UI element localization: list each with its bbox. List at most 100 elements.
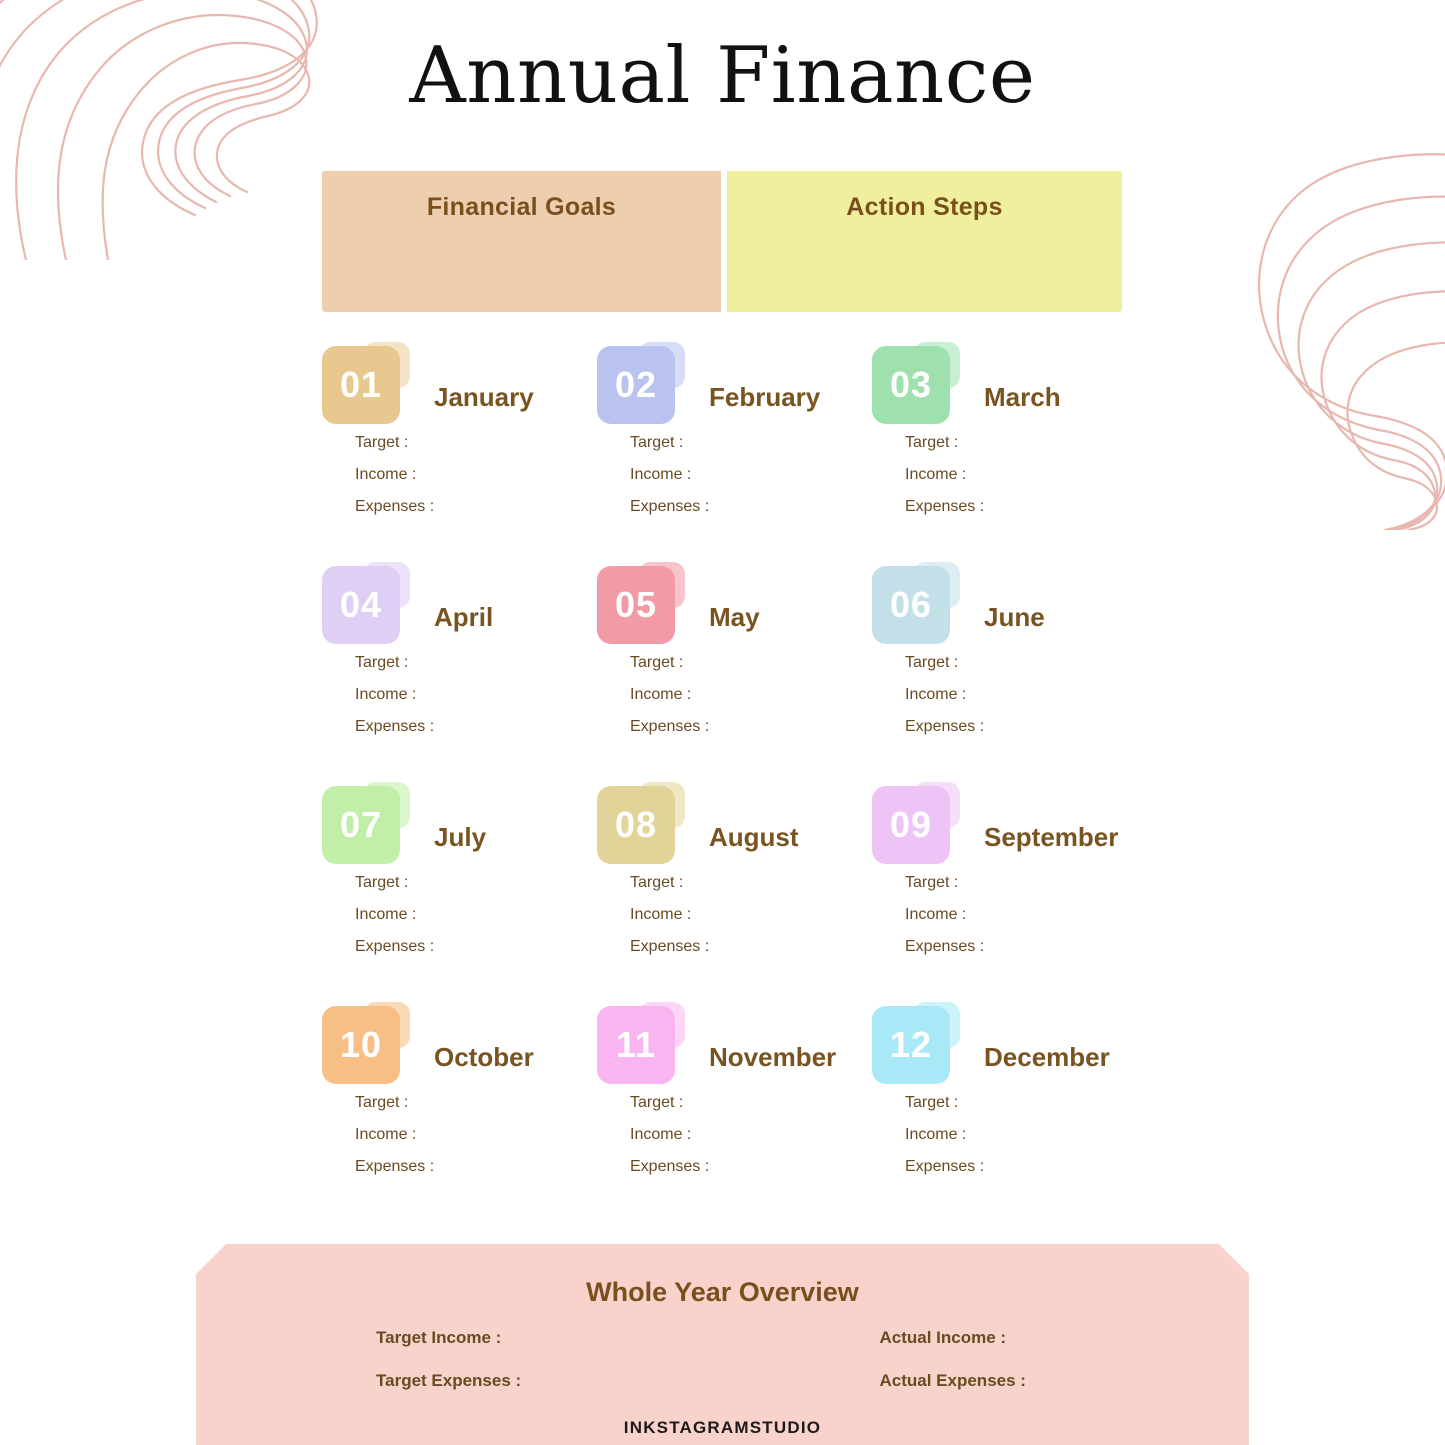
- expenses-field[interactable]: Expenses :: [355, 1158, 434, 1176]
- badge-square: 10: [322, 1006, 400, 1084]
- month-card-september[interactable]: 09 September Target : Income : Expenses …: [872, 782, 1147, 1002]
- income-field[interactable]: Income :: [630, 686, 709, 704]
- month-number: 04: [339, 584, 383, 625]
- month-card-march[interactable]: 03 March Target : Income : Expenses :: [872, 342, 1147, 562]
- target-field[interactable]: Target :: [355, 874, 434, 892]
- badge-square: 01: [322, 346, 400, 424]
- target-field[interactable]: Target :: [355, 1094, 434, 1112]
- month-fields: Target : Income : Expenses :: [630, 654, 709, 750]
- header-panels: Financial Goals Action Steps: [322, 171, 1122, 312]
- month-card-april[interactable]: 04 April Target : Income : Expenses :: [322, 562, 597, 782]
- action-steps-label: Action Steps: [846, 193, 1003, 221]
- badge-square: 07: [322, 786, 400, 864]
- month-number: 08: [614, 804, 658, 845]
- page-title: Annual Finance: [409, 31, 1036, 121]
- badge-square: 04: [322, 566, 400, 644]
- income-field[interactable]: Income :: [355, 1126, 434, 1144]
- income-field[interactable]: Income :: [905, 1126, 984, 1144]
- expenses-field[interactable]: Expenses :: [630, 718, 709, 736]
- month-number: 10: [339, 1024, 383, 1065]
- expenses-field[interactable]: Expenses :: [355, 718, 434, 736]
- month-number: 06: [889, 584, 933, 625]
- badge-square: 11: [597, 1006, 675, 1084]
- month-card-february[interactable]: 02 February Target : Income : Expenses :: [597, 342, 872, 562]
- income-field[interactable]: Income :: [355, 686, 434, 704]
- brand-footer: INKSTAGRAMSTUDIO: [623, 1418, 822, 1437]
- expenses-field[interactable]: Expenses :: [905, 498, 984, 516]
- month-number: 07: [339, 804, 383, 845]
- income-field[interactable]: Income :: [905, 906, 984, 924]
- month-fields: Target : Income : Expenses :: [905, 654, 984, 750]
- target-income-field[interactable]: Target Income :: [196, 1328, 723, 1348]
- month-fields: Target : Income : Expenses :: [905, 434, 984, 530]
- actual-income-field[interactable]: Actual Income :: [723, 1328, 1250, 1348]
- expenses-field[interactable]: Expenses :: [905, 938, 984, 956]
- month-card-november[interactable]: 11 November Target : Income : Expenses :: [597, 1002, 872, 1222]
- whole-year-overview-panel: Whole Year Overview Target Income : Actu…: [196, 1244, 1249, 1445]
- month-name: October: [434, 1042, 534, 1072]
- badge-square: 05: [597, 566, 675, 644]
- month-card-october[interactable]: 10 October Target : Income : Expenses :: [322, 1002, 597, 1222]
- months-grid: 01 January Target : Income : Expenses : …: [322, 342, 1122, 1222]
- expenses-field[interactable]: Expenses :: [630, 498, 709, 516]
- target-field[interactable]: Target :: [630, 874, 709, 892]
- expenses-field[interactable]: Expenses :: [905, 718, 984, 736]
- badge-square: 09: [872, 786, 950, 864]
- overview-title: Whole Year Overview: [586, 1277, 859, 1307]
- month-name: December: [984, 1042, 1110, 1072]
- action-steps-panel[interactable]: Action Steps: [727, 171, 1122, 312]
- target-field[interactable]: Target :: [905, 654, 984, 672]
- income-field[interactable]: Income :: [630, 1126, 709, 1144]
- target-expenses-field[interactable]: Target Expenses :: [196, 1371, 723, 1391]
- month-name: May: [709, 602, 760, 632]
- income-field[interactable]: Income :: [905, 686, 984, 704]
- month-fields: Target : Income : Expenses :: [355, 1094, 434, 1190]
- month-name: June: [984, 602, 1045, 632]
- actual-expenses-field[interactable]: Actual Expenses :: [723, 1371, 1250, 1391]
- month-fields: Target : Income : Expenses :: [355, 654, 434, 750]
- financial-goals-label: Financial Goals: [426, 193, 617, 221]
- month-number: 05: [614, 584, 658, 625]
- month-name: February: [709, 382, 821, 412]
- badge-square: 12: [872, 1006, 950, 1084]
- target-field[interactable]: Target :: [630, 1094, 709, 1112]
- month-name: March: [984, 382, 1061, 412]
- month-number: 01: [339, 364, 383, 405]
- income-field[interactable]: Income :: [355, 906, 434, 924]
- target-field[interactable]: Target :: [630, 434, 709, 452]
- month-number: 03: [889, 364, 933, 405]
- target-field[interactable]: Target :: [630, 654, 709, 672]
- month-fields: Target : Income : Expenses :: [630, 874, 709, 970]
- expenses-field[interactable]: Expenses :: [355, 498, 434, 516]
- month-fields: Target : Income : Expenses :: [355, 434, 434, 530]
- expenses-field[interactable]: Expenses :: [630, 1158, 709, 1176]
- target-field[interactable]: Target :: [905, 1094, 984, 1112]
- badge-square: 06: [872, 566, 950, 644]
- income-field[interactable]: Income :: [355, 466, 434, 484]
- month-card-august[interactable]: 08 August Target : Income : Expenses :: [597, 782, 872, 1002]
- target-field[interactable]: Target :: [355, 654, 434, 672]
- financial-goals-panel[interactable]: Financial Goals: [322, 171, 721, 312]
- month-card-january[interactable]: 01 January Target : Income : Expenses :: [322, 342, 597, 562]
- income-field[interactable]: Income :: [630, 466, 709, 484]
- target-field[interactable]: Target :: [905, 874, 984, 892]
- target-field[interactable]: Target :: [355, 434, 434, 452]
- month-name: January: [434, 382, 534, 412]
- month-card-june[interactable]: 06 June Target : Income : Expenses :: [872, 562, 1147, 782]
- month-card-december[interactable]: 12 December Target : Income : Expenses :: [872, 1002, 1147, 1222]
- overview-fields: Target Income : Actual Income : Target E…: [196, 1328, 1249, 1391]
- month-name: August: [709, 822, 799, 852]
- month-card-july[interactable]: 07 July Target : Income : Expenses :: [322, 782, 597, 1002]
- expenses-field[interactable]: Expenses :: [905, 1158, 984, 1176]
- month-name: April: [434, 602, 494, 632]
- badge-square: 02: [597, 346, 675, 424]
- badge-square: 08: [597, 786, 675, 864]
- income-field[interactable]: Income :: [630, 906, 709, 924]
- expenses-field[interactable]: Expenses :: [355, 938, 434, 956]
- month-card-may[interactable]: 05 May Target : Income : Expenses :: [597, 562, 872, 782]
- badge-square: 03: [872, 346, 950, 424]
- target-field[interactable]: Target :: [905, 434, 984, 452]
- month-name: July: [434, 822, 487, 852]
- expenses-field[interactable]: Expenses :: [630, 938, 709, 956]
- income-field[interactable]: Income :: [905, 466, 984, 484]
